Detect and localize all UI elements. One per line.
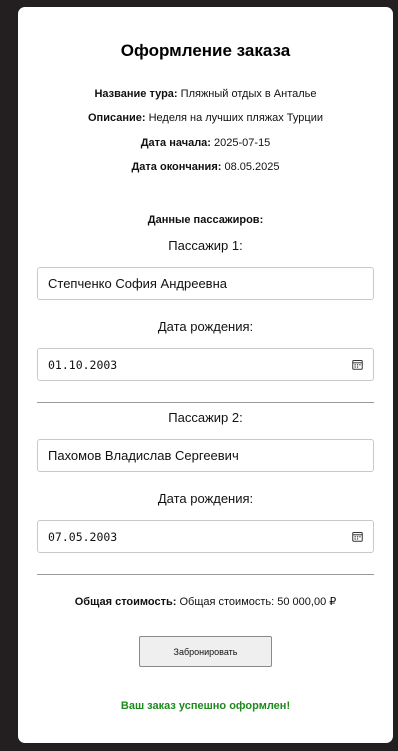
total-cost-row: Общая стоимость: Общая стоимость: 50 000… xyxy=(18,595,393,608)
tour-name-value: Пляжный отдых в Анталье xyxy=(180,88,317,100)
total-cost-value: Общая стоимость: 50 000,00 ₽ xyxy=(179,596,337,608)
passengers-heading: Данные пассажиров: xyxy=(147,214,264,226)
start-date-row: Дата начала: 2025-07-15 xyxy=(18,137,393,149)
end-date-value: 08.05.2025 xyxy=(224,161,280,173)
passenger-1-dob-input[interactable]: 01.10.2003 xyxy=(37,348,374,381)
passenger-1-dob-value: 01.10.2003 xyxy=(48,357,118,372)
passenger-1-dob-label: Дата рождения: xyxy=(157,319,254,334)
description-value: Неделя на лучших пляжах Турции xyxy=(148,112,323,124)
tour-name-label: Название тура: xyxy=(94,88,178,100)
passenger-1-name-input[interactable]: Степченко София Андреевна xyxy=(37,267,374,300)
end-date-row: Дата окончания: 08.05.2025 xyxy=(18,161,393,173)
description-label: Описание: xyxy=(88,112,146,124)
success-message: Ваш заказ успешно оформлен! xyxy=(120,700,291,712)
description-row: Описание: Неделя на лучших пляжах Турции xyxy=(18,112,393,124)
passenger-2-dob-label: Дата рождения: xyxy=(157,491,254,506)
calendar-icon[interactable] xyxy=(352,531,363,542)
passenger-2-dob-input[interactable]: 07.05.2003 xyxy=(37,520,374,553)
tour-name-row: Название тура: Пляжный отдых в Анталье xyxy=(18,88,393,100)
end-date-label: Дата окончания: xyxy=(131,161,222,173)
passenger-2-name-value: Пахомов Владислав Сергеевич xyxy=(48,448,239,463)
passenger-2-dob-value: 07.05.2003 xyxy=(48,529,118,544)
total-cost-label: Общая стоимость: xyxy=(74,596,177,608)
start-date-label: Дата начала: xyxy=(140,137,211,149)
passenger-1-label: Пассажир 1: xyxy=(168,238,243,253)
passenger-2-name-input[interactable]: Пахомов Владислав Сергеевич xyxy=(37,439,374,472)
passenger-divider xyxy=(37,402,374,403)
passenger-2-label: Пассажир 2: xyxy=(168,410,243,425)
total-divider xyxy=(37,574,374,575)
order-card: Оформление заказа Название тура: Пляжный… xyxy=(18,7,393,743)
passenger-1-name-value: Степченко София Андреевна xyxy=(48,276,227,291)
calendar-icon[interactable] xyxy=(352,359,363,370)
page-title: Оформление заказа xyxy=(120,41,291,60)
start-date-value: 2025-07-15 xyxy=(214,137,271,149)
book-button[interactable]: Забронировать xyxy=(139,636,272,667)
